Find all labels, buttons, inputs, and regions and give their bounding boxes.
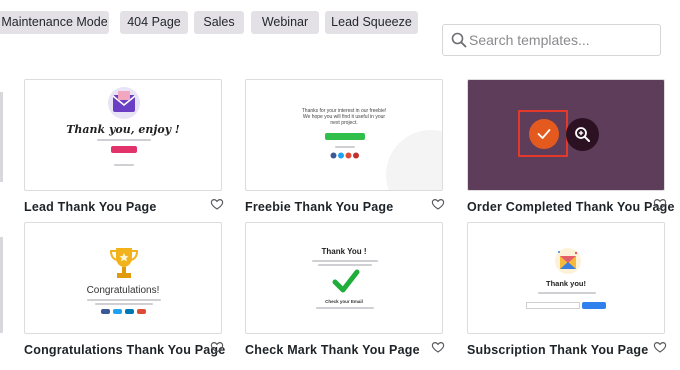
select-template-button[interactable] [529, 119, 559, 149]
template-title[interactable]: Freebie Thank You Page [245, 200, 393, 214]
thumb-heading: Thank you! [545, 279, 586, 288]
template-thumbnail[interactable]: Congratulations! [24, 222, 222, 334]
thumb-heading: Thank You ! [321, 247, 367, 256]
zoom-in-icon [575, 127, 590, 142]
filter-maintenance-mode[interactable]: Maintenance Mode [0, 11, 109, 34]
previous-card-edge [0, 237, 3, 333]
template-thumbnail[interactable] [467, 79, 665, 191]
thumb-heading: Congratulations! [86, 285, 160, 296]
search-icon [451, 32, 467, 48]
template-thumbnail[interactable]: Thank you! [467, 222, 665, 334]
filter-webinar[interactable]: Webinar [251, 11, 319, 34]
template-title[interactable]: Subscription Thank You Page [467, 343, 648, 357]
heart-icon[interactable] [653, 197, 667, 211]
template-thumbnail[interactable]: Thanks for your interest in our freebie!… [245, 79, 443, 191]
filter-404-page[interactable]: 404 Page [120, 11, 188, 34]
checkmark-icon [537, 129, 551, 139]
template-title[interactable]: Check Mark Thank You Page [245, 343, 420, 357]
trophy-icon [109, 248, 139, 278]
filter-lead-squeeze[interactable]: Lead Squeeze [325, 11, 418, 34]
heart-icon[interactable] [653, 340, 667, 354]
template-thumbnail[interactable]: Thank you, enjoy ! [24, 79, 222, 191]
thumb-heading: Thank you, enjoy ! [66, 123, 180, 136]
search-box[interactable] [442, 24, 661, 56]
social-icons [330, 152, 359, 159]
envelope-icon [555, 248, 581, 274]
heart-icon[interactable] [431, 340, 445, 354]
thumb-line: next project. [330, 120, 358, 126]
thumb-subheading: Check your Email [325, 299, 363, 304]
template-title[interactable]: Order Completed Thank You Page [467, 200, 675, 214]
heart-icon[interactable] [431, 197, 445, 211]
envelope-icon [108, 87, 140, 119]
preview-template-button[interactable] [566, 118, 599, 151]
template-title[interactable]: Congratulations Thank You Page [24, 343, 225, 357]
heart-icon[interactable] [210, 197, 224, 211]
heart-icon[interactable] [210, 340, 224, 354]
search-input[interactable] [469, 29, 654, 51]
template-thumbnail[interactable]: Thank You ! Check your Email [245, 222, 443, 334]
template-title[interactable]: Lead Thank You Page [24, 200, 157, 214]
filter-sales[interactable]: Sales [194, 11, 244, 34]
checkmark-icon [332, 269, 360, 293]
previous-card-edge [0, 92, 3, 182]
